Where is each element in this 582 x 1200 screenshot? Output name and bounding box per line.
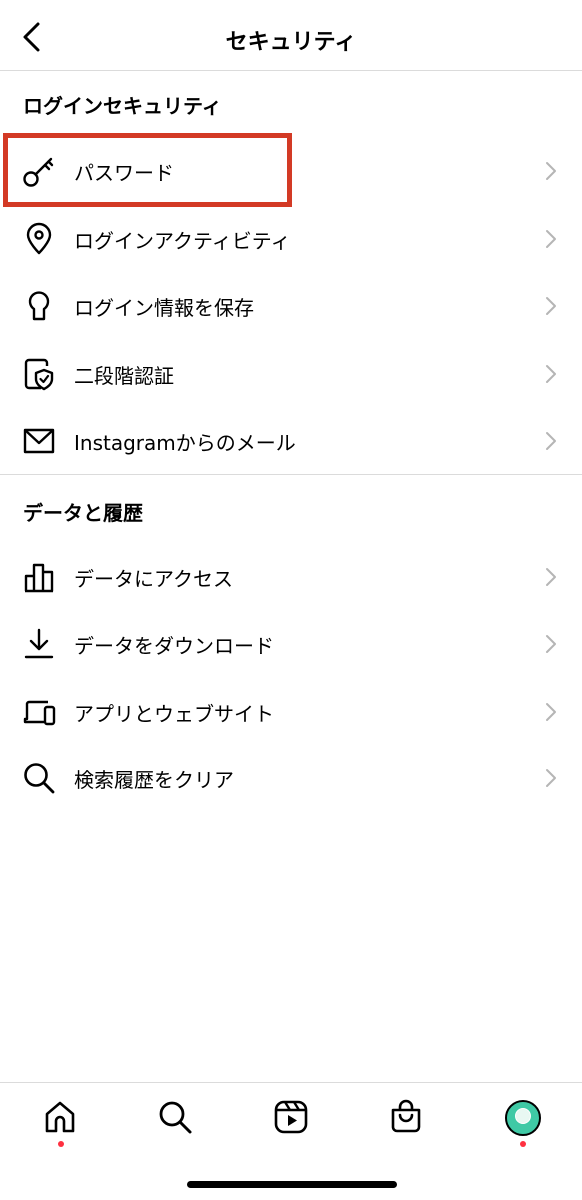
row-label: 二段階認証 [74, 364, 174, 388]
row-label: Instagramからのメール [74, 431, 296, 455]
tab-reels[interactable] [273, 1099, 313, 1139]
chevron-right-icon [546, 297, 556, 315]
location-pin-icon [26, 222, 52, 255]
page-title: セキュリティ [225, 30, 357, 55]
row-label: ログインアクティビティ [74, 229, 291, 253]
chevron-right-icon [546, 635, 556, 653]
row-apps-and-websites[interactable]: アプリとウェブサイト [0, 679, 582, 745]
chevron-right-icon [546, 769, 556, 787]
row-instagram-emails[interactable]: Instagramからのメール [0, 408, 582, 474]
tab-search[interactable] [157, 1099, 197, 1139]
row-password[interactable]: パスワード [0, 138, 582, 204]
section-divider [0, 474, 582, 475]
home-notification-dot [58, 1141, 64, 1147]
chevron-right-icon [546, 365, 556, 383]
row-label: 検索履歴をクリア [74, 768, 234, 792]
tab-home[interactable] [42, 1099, 82, 1139]
header: セキュリティ [0, 0, 582, 71]
home-icon [45, 1101, 75, 1133]
tab-profile-avatar[interactable] [505, 1100, 541, 1136]
shop-icon [391, 1099, 421, 1133]
row-login-activity[interactable]: ログインアクティビティ [0, 206, 582, 272]
chevron-right-icon [546, 703, 556, 721]
row-clear-search-history[interactable]: 検索履歴をクリア [0, 745, 582, 811]
section-title-login-security: ログインセキュリティ [23, 94, 222, 118]
chevron-right-icon [546, 568, 556, 586]
search-icon [159, 1101, 192, 1134]
devices-icon [23, 700, 56, 726]
chevron-right-icon [546, 230, 556, 248]
chevron-right-icon [546, 432, 556, 450]
chevron-right-icon [546, 162, 556, 180]
phone-shield-icon [24, 358, 54, 391]
row-label: ログイン情報を保存 [74, 296, 254, 320]
bar-chart-icon [24, 563, 54, 593]
keyhole-icon [28, 291, 50, 321]
mail-icon [23, 428, 55, 454]
key-icon [23, 157, 54, 187]
row-label: アプリとウェブサイト [74, 702, 274, 726]
row-access-data[interactable]: データにアクセス [0, 544, 582, 610]
row-label: データをダウンロード [74, 634, 274, 658]
home-indicator [187, 1181, 397, 1188]
profile-notification-dot [520, 1141, 526, 1147]
row-label: データにアクセス [74, 567, 233, 591]
reels-icon [274, 1100, 308, 1134]
avatar-image [515, 1108, 531, 1124]
row-save-login-info[interactable]: ログイン情報を保存 [0, 273, 582, 339]
search-icon [24, 763, 55, 794]
row-download-data[interactable]: データをダウンロード [0, 611, 582, 677]
tab-shop[interactable] [388, 1099, 428, 1139]
download-icon [24, 628, 54, 659]
row-two-factor-auth[interactable]: 二段階認証 [0, 341, 582, 407]
section-title-data-history: データと履歴 [23, 501, 143, 525]
row-label: パスワード [74, 161, 174, 185]
